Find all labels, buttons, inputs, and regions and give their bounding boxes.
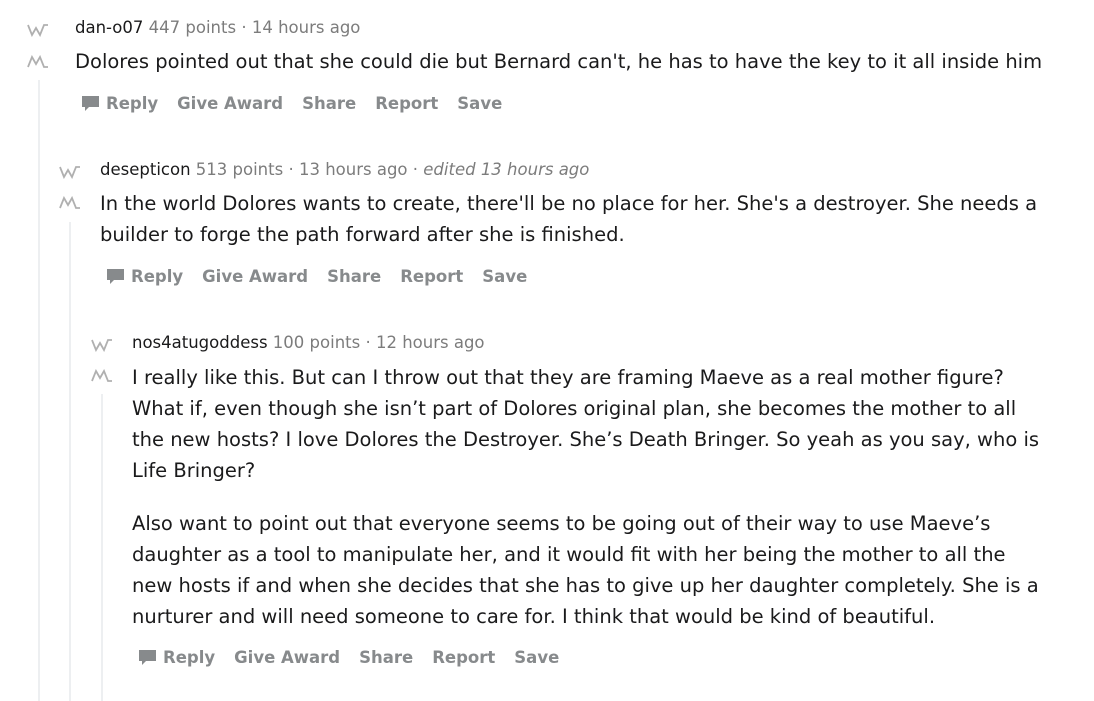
downvote-icon[interactable] bbox=[27, 55, 49, 69]
comment-paragraph: Also want to point out that everyone see… bbox=[132, 512, 1039, 628]
comment-paragraph: I really like this. But can I throw out … bbox=[132, 366, 1040, 482]
comment-paragraph: Dolores pointed out that she could die b… bbox=[75, 50, 1043, 73]
comment-actions: Reply Give Award Share Report Save bbox=[106, 267, 546, 286]
give-award-button[interactable]: Give Award bbox=[202, 267, 308, 286]
report-button[interactable]: Report bbox=[432, 648, 495, 667]
reply-label: Reply bbox=[163, 648, 216, 667]
save-button[interactable]: Save bbox=[514, 648, 559, 667]
timestamp[interactable]: 13 hours ago bbox=[299, 160, 408, 179]
separator: · bbox=[288, 160, 294, 179]
thread-line-level-3[interactable] bbox=[101, 394, 103, 701]
comment-body: I really like this. But can I throw out … bbox=[132, 362, 1047, 632]
downvote-icon[interactable] bbox=[59, 196, 81, 210]
points: 447 points bbox=[148, 18, 237, 37]
thread-line-level-2[interactable] bbox=[69, 222, 71, 701]
reply-label: Reply bbox=[106, 94, 159, 113]
share-button[interactable]: Share bbox=[302, 94, 356, 113]
separator: · bbox=[412, 160, 419, 179]
upvote-icon[interactable] bbox=[27, 23, 49, 37]
comment-bubble-icon bbox=[82, 96, 99, 111]
comment-actions: Reply Give Award Share Report Save bbox=[138, 648, 578, 667]
report-button[interactable]: Report bbox=[375, 94, 438, 113]
points: 513 points bbox=[195, 160, 284, 179]
share-button[interactable]: Share bbox=[359, 648, 413, 667]
thread-line-level-1[interactable] bbox=[38, 80, 40, 701]
comment-meta: dan-o07 447 points · 14 hours ago bbox=[75, 18, 360, 37]
comment-meta: desepticon 513 points · 13 hours ago · e… bbox=[100, 160, 589, 179]
comment-body: In the world Dolores wants to create, th… bbox=[100, 188, 1060, 250]
upvote-icon[interactable] bbox=[91, 338, 113, 352]
separator: · bbox=[241, 18, 247, 37]
reply-button[interactable]: Reply bbox=[138, 648, 215, 667]
author-link[interactable]: desepticon bbox=[100, 160, 191, 179]
share-button[interactable]: Share bbox=[327, 267, 381, 286]
reply-button[interactable]: Reply bbox=[106, 267, 183, 286]
points: 100 points bbox=[272, 333, 361, 352]
edited-timestamp: edited 13 hours ago bbox=[423, 160, 590, 179]
comment-bubble-icon bbox=[107, 269, 124, 284]
give-award-button[interactable]: Give Award bbox=[177, 94, 283, 113]
reply-button[interactable]: Reply bbox=[81, 94, 158, 113]
timestamp[interactable]: 12 hours ago bbox=[376, 333, 485, 352]
comment-meta: nos4atugoddess 100 points · 12 hours ago bbox=[132, 333, 485, 352]
save-button[interactable]: Save bbox=[482, 267, 527, 286]
reply-label: Reply bbox=[131, 267, 184, 286]
comment-bubble-icon bbox=[139, 650, 156, 665]
timestamp[interactable]: 14 hours ago bbox=[252, 18, 361, 37]
downvote-icon[interactable] bbox=[91, 369, 113, 383]
separator: · bbox=[365, 333, 371, 352]
give-award-button[interactable]: Give Award bbox=[234, 648, 340, 667]
author-link[interactable]: nos4atugoddess bbox=[132, 333, 268, 352]
save-button[interactable]: Save bbox=[457, 94, 502, 113]
comment-body: Dolores pointed out that she could die b… bbox=[75, 46, 1075, 77]
author-link[interactable]: dan-o07 bbox=[75, 18, 143, 37]
comment-actions: Reply Give Award Share Report Save bbox=[81, 94, 521, 113]
upvote-icon[interactable] bbox=[59, 165, 81, 179]
report-button[interactable]: Report bbox=[400, 267, 463, 286]
comment-paragraph: In the world Dolores wants to create, th… bbox=[100, 192, 1038, 246]
